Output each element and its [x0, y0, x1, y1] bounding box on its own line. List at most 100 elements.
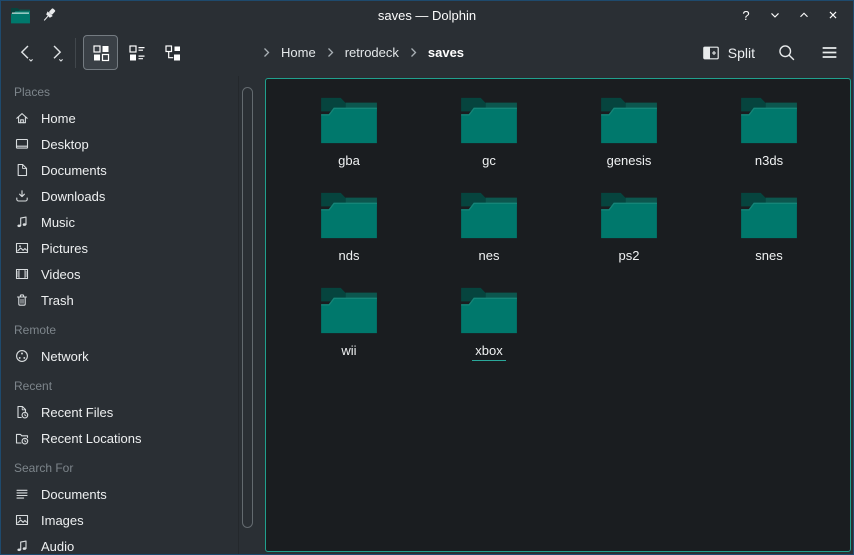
recent-files-icon: [14, 404, 30, 420]
breadcrumb-chevron-icon: [323, 45, 338, 60]
desktop-icon: [14, 136, 30, 152]
toolbar: Home retrodeck saves Split: [1, 29, 853, 76]
places-panel: Places Home Desktop Documents Downloads Music…: [1, 76, 239, 554]
folder-label: wii: [338, 343, 359, 361]
folder-icon: [318, 95, 380, 145]
folder-item-nes[interactable]: nes: [419, 190, 559, 285]
breadcrumb-item-retrodeck[interactable]: retrodeck: [338, 41, 406, 64]
music-icon: [14, 214, 30, 230]
folder-label: genesis: [604, 153, 655, 171]
forward-button[interactable]: [41, 36, 71, 70]
folder-item-snes[interactable]: snes: [699, 190, 839, 285]
sidebar-item-label: Videos: [41, 267, 81, 282]
sidebar-item-label: Documents: [41, 487, 107, 502]
sidebar-item-label: Images: [41, 513, 84, 528]
sidebar-scrollbar-thumb[interactable]: [242, 87, 253, 528]
folder-label: gba: [335, 153, 363, 171]
images-icon: [14, 512, 30, 528]
sidebar-item-documents[interactable]: Documents: [1, 481, 238, 507]
sidebar-item-trash[interactable]: Trash: [1, 287, 238, 313]
folder-label: xbox: [472, 343, 505, 361]
breadcrumb-chevron-icon: [406, 45, 421, 60]
window-title: saves — Dolphin: [1, 1, 853, 29]
sidebar-section: Places Home Desktop Documents Downloads Music…: [1, 79, 238, 313]
breadcrumb-item-home[interactable]: Home: [274, 41, 323, 64]
sidebar-item-documents[interactable]: Documents: [1, 157, 238, 183]
folder-label: nes: [476, 248, 503, 266]
folder-item-wii[interactable]: wii: [279, 285, 419, 380]
folder-item-xbox[interactable]: xbox: [419, 285, 559, 380]
folder-item-gba[interactable]: gba: [279, 95, 419, 190]
sidebar-item-label: Documents: [41, 163, 107, 178]
folder-label: ps2: [616, 248, 643, 266]
folder-icon: [458, 285, 520, 335]
recent-locations-icon: [14, 430, 30, 446]
search-icon[interactable]: [774, 41, 798, 65]
folder-icon: [738, 190, 800, 240]
folder-icon: [598, 190, 660, 240]
tree-view-button[interactable]: [155, 35, 190, 70]
folder-icon: [458, 190, 520, 240]
sidebar-item-recent-locations[interactable]: Recent Locations: [1, 425, 238, 451]
details-view-button[interactable]: [119, 35, 154, 70]
sidebar-item-desktop[interactable]: Desktop: [1, 131, 238, 157]
breadcrumb-item-saves[interactable]: saves: [421, 41, 471, 64]
back-button[interactable]: [11, 36, 41, 70]
folder-label: n3ds: [752, 153, 786, 171]
sidebar-item-audio[interactable]: Audio: [1, 533, 238, 554]
sidebar-item-label: Recent Files: [41, 405, 113, 420]
icons-view-button[interactable]: [83, 35, 118, 70]
sidebar-item-label: Downloads: [41, 189, 105, 204]
sidebar-item-downloads[interactable]: Downloads: [1, 183, 238, 209]
folder-label: nds: [336, 248, 363, 266]
folder-grid: gba gc genesis n3ds nds nes ps2 snes: [266, 79, 850, 380]
sidebar-item-videos[interactable]: Videos: [1, 261, 238, 287]
close-button[interactable]: [825, 7, 841, 23]
network-icon: [14, 348, 30, 364]
home-icon: [14, 110, 30, 126]
help-button[interactable]: ?: [738, 7, 754, 23]
minimize-button[interactable]: [767, 7, 783, 23]
window-controls: ?: [738, 7, 853, 23]
content-area: Places Home Desktop Documents Downloads Music…: [1, 76, 853, 554]
folder-icon: [318, 190, 380, 240]
pictures-icon: [14, 240, 30, 256]
folder-item-gc[interactable]: gc: [419, 95, 559, 190]
sidebar-item-label: Trash: [41, 293, 74, 308]
sidebar-item-label: Audio: [41, 539, 74, 554]
folder-item-ps2[interactable]: ps2: [559, 190, 699, 285]
breadcrumb-chevron-icon: [259, 45, 274, 60]
sidebar-item-home[interactable]: Home: [1, 105, 238, 131]
pin-icon[interactable]: [40, 6, 58, 24]
sidebar-item-recent-files[interactable]: Recent Files: [1, 399, 238, 425]
folder-item-n3ds[interactable]: n3ds: [699, 95, 839, 190]
sidebar-section: RemoteNetwork: [1, 317, 238, 369]
sidebar-section-header: Places: [1, 79, 238, 105]
sidebar-item-label: Desktop: [41, 137, 89, 152]
sidebar-item-label: Pictures: [41, 241, 88, 256]
maximize-button[interactable]: [796, 7, 812, 23]
folder-label: gc: [479, 153, 499, 171]
sidebar-section: Search For Documents Images Audio: [1, 455, 238, 554]
sidebar-item-music[interactable]: Music: [1, 209, 238, 235]
folder-item-genesis[interactable]: genesis: [559, 95, 699, 190]
sidebar-section-header: Search For: [1, 455, 238, 481]
folder-icon: [598, 95, 660, 145]
dolphin-window: saves — Dolphin ?: [0, 0, 854, 555]
toolbar-right: Split: [702, 41, 841, 65]
split-label: Split: [728, 45, 755, 61]
sidebar-section-header: Recent: [1, 373, 238, 399]
sidebar-item-label: Network: [41, 349, 89, 364]
sidebar-item-pictures[interactable]: Pictures: [1, 235, 238, 261]
folder-view[interactable]: gba gc genesis n3ds nds nes ps2 snes: [265, 78, 851, 552]
split-button[interactable]: Split: [702, 44, 755, 62]
sidebar-item-label: Home: [41, 111, 76, 126]
toolbar-separator: [75, 38, 76, 68]
sidebar-item-images[interactable]: Images: [1, 507, 238, 533]
sidebar-item-network[interactable]: Network: [1, 343, 238, 369]
folder-item-nds[interactable]: nds: [279, 190, 419, 285]
downloads-icon: [14, 188, 30, 204]
trash-icon: [14, 292, 30, 308]
hamburger-menu-icon[interactable]: [817, 41, 841, 65]
audio-icon: [14, 538, 30, 554]
